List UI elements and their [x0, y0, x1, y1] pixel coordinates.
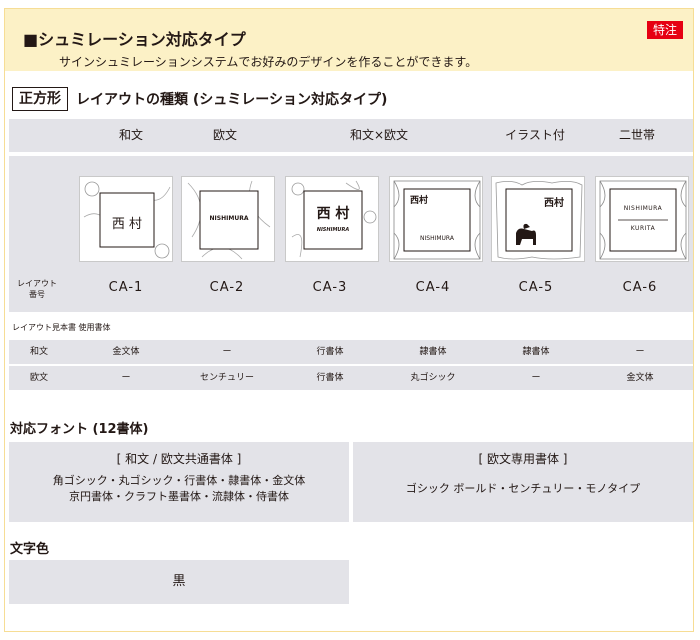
column-header: 二世帯	[618, 128, 655, 142]
sample-en-text: NISHIMURA	[209, 215, 249, 222]
sample-jp-text: 西 村	[316, 206, 350, 222]
layout-code: CA-1	[108, 280, 144, 295]
layout-sample-ca-3[interactable]: 西 村 NISHIMURA	[285, 176, 379, 262]
ornament-frame-icon	[393, 180, 481, 260]
common-fonts-line: 角ゴシック・丸ゴシック・行書体・隷書体・金文体	[52, 474, 306, 487]
layout-code: CA-2	[209, 280, 245, 295]
layout-sample-ca-4[interactable]: 西村 NISHIMURA	[389, 176, 483, 262]
fonts-heading: 対応フォント (12書体)	[10, 422, 149, 437]
layout-sample-ca-1[interactable]: 西 村	[79, 176, 173, 262]
font-cell: 金文体	[626, 373, 654, 383]
sample-en-text: NISHIMURA	[623, 205, 663, 212]
western-fonts-heading: [ 欧文専用書体 ]	[478, 452, 568, 466]
common-fonts-box: [ 和文 / 欧文共通書体 ] 角ゴシック・丸ゴシック・行書体・隷書体・金文体 …	[9, 442, 349, 522]
sample-jp-text: 西村	[544, 198, 564, 209]
sample-jp-text: 西 村	[111, 217, 143, 232]
column-header: 欧文	[212, 128, 237, 142]
custom-order-badge: 特注	[646, 21, 683, 39]
section-title: レイアウトの種類 (シュミレーション対応タイプ)	[76, 92, 388, 108]
layout-code: CA-5	[518, 280, 554, 295]
ornament-frame-icon	[599, 180, 687, 260]
column-header: 和文×欧文	[349, 128, 409, 142]
common-fonts-line: 京円書体・クラフト墨書体・流隷体・侍書体	[69, 490, 289, 503]
layout-samples-band: レイアウト 番号 西 村 CA-1 NISHIMURA CA-2 西 村 NIS…	[9, 156, 693, 312]
font-cell: 隷書体	[419, 347, 447, 357]
ornament-frame-icon	[495, 181, 583, 260]
sample-en-text: NISHIMURA	[316, 227, 350, 233]
western-fonts-line: ゴシック ボールド・センチュリー・モノタイプ	[405, 482, 641, 495]
column-header-row: 和文 欧文 和文×欧文 イラスト付 二世帯	[9, 119, 693, 152]
layout-code: CA-3	[312, 280, 348, 295]
row-label: 欧文	[29, 373, 48, 383]
sample-jp-text: 西村	[410, 196, 429, 206]
font-cell: 行書体	[316, 373, 344, 383]
layout-number-label: レイアウト 番号	[17, 279, 57, 299]
font-cell: ー	[531, 373, 541, 383]
western-fonts-box: [ 欧文専用書体 ] ゴシック ボールド・センチュリー・モノタイプ	[353, 442, 693, 522]
sample-en-text-2: KURITA	[630, 225, 656, 232]
layout-sample-ca-6[interactable]: NISHIMURA KURITA	[595, 176, 689, 262]
text-color-value: 黒	[9, 560, 349, 604]
layout-section-heading: 正方形 レイアウトの種類 (シュミレーション対応タイプ)	[12, 86, 387, 112]
shape-label: 正方形	[12, 87, 68, 111]
page-title: ■シュミレーション対応タイプ	[23, 30, 246, 49]
header-banner: ■シュミレーション対応タイプ サインシュミレーションシステムでお好みのデザインを…	[5, 9, 693, 71]
font-row-western: 欧文 ー センチュリー 行書体 丸ゴシック ー 金文体	[9, 366, 693, 390]
layout-sample-ca-5[interactable]: 西村	[491, 176, 585, 262]
font-row-japanese: 和文 金文体 ー 行書体 隷書体 隷書体 ー	[9, 340, 693, 364]
font-cell: 丸ゴシック	[410, 373, 456, 383]
font-cell: ー	[121, 373, 131, 383]
font-cell: 金文体	[112, 347, 140, 357]
layout-code: CA-4	[415, 280, 451, 295]
layout-code: CA-6	[622, 280, 658, 295]
page-subtitle: サインシュミレーションシステムでお好みのデザインを作ることができます。	[59, 55, 478, 69]
text-color-heading: 文字色	[10, 542, 50, 557]
font-cell: 行書体	[316, 347, 344, 357]
row-label: 和文	[29, 347, 48, 357]
common-fonts-heading: [ 和文 / 欧文共通書体 ]	[116, 452, 242, 466]
font-cell: 隷書体	[522, 347, 550, 357]
font-cell: ー	[635, 347, 645, 357]
sample-en-text: NISHIMURA	[420, 235, 454, 242]
column-header: 和文	[118, 128, 143, 142]
sample-font-note: レイアウト見本書 使用書体	[12, 323, 111, 332]
layout-sample-ca-2[interactable]: NISHIMURA	[181, 176, 275, 262]
font-cell: ー	[222, 347, 232, 357]
font-cell: センチュリー	[199, 373, 254, 383]
column-header: イラスト付	[505, 128, 565, 142]
